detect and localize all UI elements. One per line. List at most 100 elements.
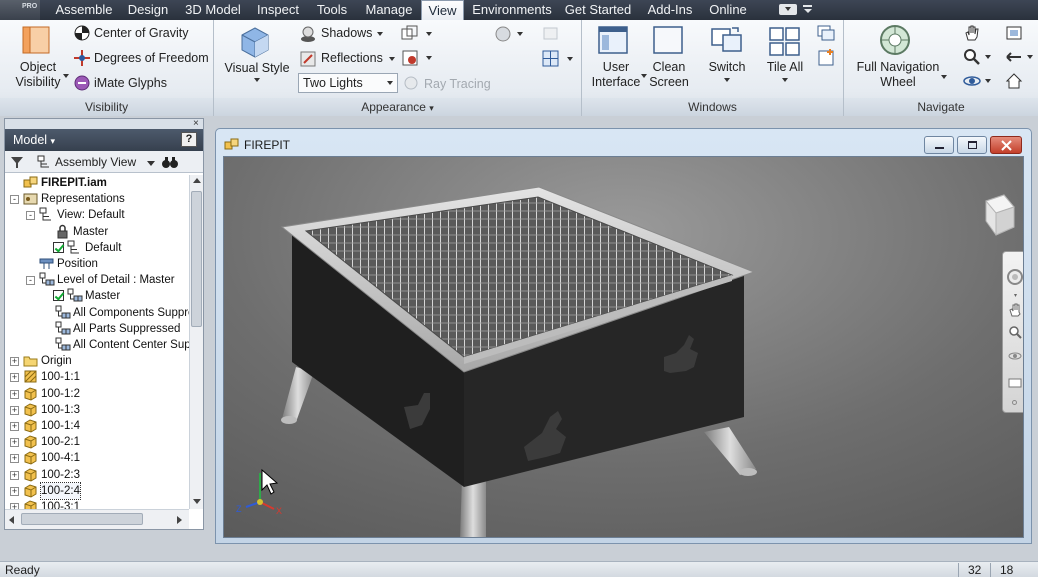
tree-node[interactable]: - View: Default: [5, 207, 189, 223]
tab-design[interactable]: Design: [122, 0, 174, 20]
expand-toggle-icon[interactable]: +: [10, 438, 19, 448]
expand-toggle-icon[interactable]: +: [10, 470, 19, 480]
tree-node[interactable]: +100-3:1: [5, 499, 189, 509]
material-dropdown[interactable]: [517, 32, 523, 36]
browser-title-menu[interactable]: Model ▾: [13, 133, 55, 147]
collapse-toggle-icon[interactable]: -: [26, 276, 35, 286]
firepit-model[interactable]: Z X: [224, 157, 1024, 538]
tab-view[interactable]: View: [421, 0, 464, 21]
tree-node[interactable]: All Components Suppressed: [5, 305, 189, 321]
visual-style-dropdown[interactable]: [254, 78, 260, 82]
degrees-of-freedom-button[interactable]: Degrees of Freedom: [94, 51, 209, 65]
tree-node[interactable]: Position: [5, 256, 189, 272]
nav-customize-icon[interactable]: [1012, 400, 1017, 405]
expand-toggle-icon[interactable]: +: [10, 405, 19, 415]
tab-tools[interactable]: Tools: [309, 0, 355, 20]
checkbox-checked-icon[interactable]: [53, 241, 64, 253]
full-navigation-wheel-button[interactable]: Full Navigation Wheel: [850, 60, 946, 90]
shadows-button[interactable]: Shadows: [321, 26, 372, 40]
tab-3d-model[interactable]: 3D Model: [178, 0, 248, 20]
tree-node[interactable]: +100-2:4: [5, 481, 189, 500]
nav-orbit-icon[interactable]: [1007, 348, 1023, 364]
nav-pan-icon[interactable]: [1007, 302, 1023, 318]
browser-vertical-scrollbar[interactable]: [189, 175, 203, 509]
application-menu-button[interactable]: PRO: [0, 0, 40, 20]
tab-manage[interactable]: Manage: [359, 0, 419, 20]
tree-node[interactable]: +100-1:3: [5, 402, 189, 418]
tree-node[interactable]: + Origin: [5, 353, 189, 369]
tab-assemble[interactable]: Assemble: [48, 0, 120, 20]
ribbon-display-toggle[interactable]: [779, 4, 797, 15]
user-interface-button[interactable]: User Interface: [586, 60, 646, 90]
previous-view-dropdown[interactable]: [1027, 55, 1033, 59]
graphics-viewport[interactable]: Z X ▾: [223, 156, 1024, 538]
tree-node[interactable]: FIREPIT.iam: [5, 175, 189, 191]
steering-wheel-icon[interactable]: [1006, 268, 1024, 286]
nav-zoom-icon[interactable]: [1007, 324, 1023, 340]
scroll-right-arrow-icon[interactable]: [177, 516, 182, 524]
tree-node[interactable]: +100-1:2: [5, 386, 189, 402]
clean-screen-button[interactable]: Clean Screen: [644, 60, 694, 90]
object-visibility-dropdown[interactable]: [63, 74, 69, 78]
tree-node[interactable]: - Level of Detail : Master: [5, 272, 189, 288]
grid-dropdown[interactable]: [567, 57, 573, 61]
checkbox-checked-icon[interactable]: [53, 290, 64, 302]
tab-online[interactable]: Online: [704, 0, 752, 20]
browser-hscroll-thumb[interactable]: [21, 513, 143, 525]
nav-dropdown-icon[interactable]: ▾: [1014, 292, 1017, 299]
reflections-dropdown[interactable]: [389, 57, 395, 61]
expand-toggle-icon[interactable]: +: [10, 373, 19, 383]
restore-button[interactable]: [957, 136, 987, 154]
object-visibility-button[interactable]: Object Visibility: [10, 60, 66, 90]
browser-vscroll-thumb[interactable]: [191, 191, 202, 327]
expand-toggle-icon[interactable]: +: [10, 389, 19, 399]
expand-toggle-icon[interactable]: +: [10, 454, 19, 464]
tile-all-dropdown[interactable]: [782, 78, 788, 82]
assembly-view-dropdown[interactable]: [147, 161, 155, 166]
switch-window-dropdown[interactable]: [724, 78, 730, 82]
tree-node[interactable]: +100-2:1: [5, 434, 189, 450]
visual-style-button[interactable]: Visual Style: [220, 61, 294, 76]
tree-node[interactable]: All Parts Suppressed: [5, 321, 189, 337]
panel-title-appearance[interactable]: Appearance ▾: [214, 98, 581, 116]
expand-toggle-icon[interactable]: +: [10, 422, 19, 431]
scroll-up-arrow-icon[interactable]: [193, 178, 201, 183]
projection-dropdown[interactable]: [426, 32, 432, 36]
section-view-dropdown[interactable]: [426, 56, 432, 60]
reflections-button[interactable]: Reflections: [321, 51, 383, 65]
ribbon-options-dropdown[interactable]: [803, 4, 813, 14]
tree-node[interactable]: - Representations: [5, 191, 189, 207]
center-of-gravity-button[interactable]: Center of Gravity: [94, 26, 188, 40]
filter-icon[interactable]: [9, 154, 25, 170]
browser-grip[interactable]: [5, 119, 203, 129]
browser-close-button[interactable]: ×: [193, 118, 199, 129]
tree-node[interactable]: +100-2:3: [5, 467, 189, 483]
collapse-toggle-icon[interactable]: -: [26, 211, 35, 221]
tab-inspect[interactable]: Inspect: [251, 0, 305, 20]
scroll-down-arrow-icon[interactable]: [193, 499, 201, 504]
tree-node[interactable]: +100-1:1: [5, 369, 189, 385]
expand-toggle-icon[interactable]: +: [10, 486, 19, 496]
tree-node[interactable]: +100-4:1: [5, 450, 189, 466]
tab-add-ins[interactable]: Add-Ins: [642, 0, 698, 20]
browser-horizontal-scrollbar[interactable]: [5, 509, 189, 529]
switch-window-button[interactable]: Switch: [702, 60, 752, 75]
tree-node[interactable]: Master: [5, 288, 189, 304]
expand-toggle-icon[interactable]: +: [10, 357, 19, 367]
lighting-select[interactable]: Two Lights: [298, 73, 398, 93]
full-navigation-wheel-dropdown[interactable]: [941, 75, 947, 79]
scroll-left-arrow-icon[interactable]: [9, 516, 14, 524]
nav-look-at-icon[interactable]: [1007, 376, 1023, 390]
imate-glyphs-button[interactable]: iMate Glyphs: [94, 76, 167, 90]
zoom-dropdown[interactable]: [985, 55, 991, 59]
orbit-dropdown[interactable]: [985, 79, 991, 83]
tab-environments[interactable]: Environments: [470, 0, 554, 20]
tree-node[interactable]: Master: [5, 224, 189, 240]
tree-node[interactable]: Default: [5, 240, 189, 256]
find-binoculars-icon[interactable]: [161, 154, 179, 170]
assembly-view-selector[interactable]: Assembly View: [55, 155, 136, 169]
view-cube[interactable]: [985, 194, 1015, 236]
shadows-dropdown[interactable]: [377, 32, 383, 36]
close-button[interactable]: [990, 136, 1022, 154]
browser-help-button[interactable]: ?: [181, 132, 197, 147]
